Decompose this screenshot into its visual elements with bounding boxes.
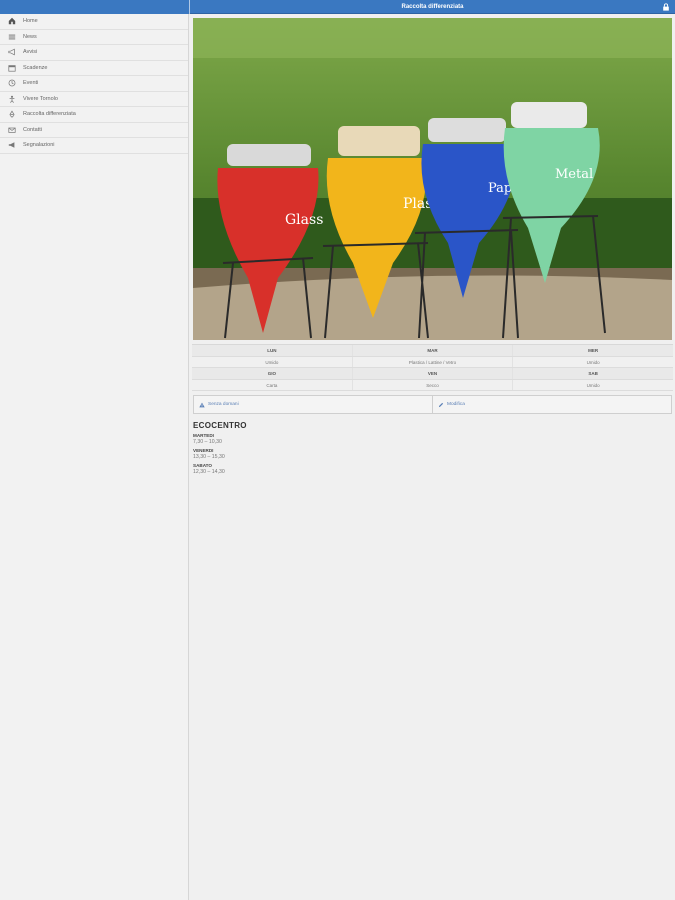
ecocentro-hours: 7,30 – 10,30: [193, 439, 222, 445]
sidebar-item-raccolta[interactable]: Raccolta differenziata: [0, 107, 188, 123]
schedule-value-row: Carta Secco Umido: [192, 379, 673, 391]
sidebar-item-label: Scadenze: [23, 64, 48, 71]
sidebar: Home News Avvisi Scadenze Eventi Vivere …: [0, 14, 189, 900]
collection-schedule: LUN MAR MER Umido Plastica / Lattine / V…: [192, 344, 674, 391]
schedule-day: MER: [513, 345, 674, 356]
warning-button[interactable]: Senza domani: [194, 396, 432, 413]
edit-button-label: Modifica: [447, 402, 465, 407]
edit-button[interactable]: Modifica: [432, 396, 671, 413]
schedule-waste-type: Carta: [192, 379, 353, 390]
schedule-day: MAR: [352, 345, 514, 356]
schedule-day: VEN: [352, 368, 514, 379]
top-bar: Raccolta differenziata: [0, 0, 675, 14]
sidebar-item-label: Raccolta differenziata: [23, 111, 76, 118]
home-icon: [7, 17, 16, 26]
calendar-icon: [7, 63, 16, 72]
page-title: Raccolta differenziata: [401, 4, 464, 10]
schedule-waste-type: Umido: [192, 356, 353, 367]
sidebar-item-label: Eventi: [23, 80, 39, 87]
sidebar-item-label: Home: [23, 18, 38, 25]
warning-button-label: Senza domani: [208, 402, 239, 407]
main-content: Glass Plastic Paper Metal LUN MAR MER Um…: [190, 14, 675, 900]
schedule-actions: Senza domani Modifica: [193, 395, 672, 414]
recycle-icon: [7, 110, 16, 119]
top-bar-left: [0, 0, 189, 14]
sidebar-item-label: Segnalazioni: [23, 142, 55, 149]
schedule-day: GIO: [192, 368, 353, 379]
schedule-waste-type: Secco: [353, 379, 514, 390]
sidebar-item-vivere[interactable]: Vivere Tornolo: [0, 92, 188, 107]
schedule-waste-type: Umido: [586, 359, 600, 365]
sidebar-item-news[interactable]: News: [0, 30, 188, 45]
ecocentro-hours: 13,30 – 15,30: [193, 454, 225, 460]
report-megaphone-icon: [7, 141, 16, 150]
sidebar-item-label: Contatti: [23, 126, 42, 133]
lock-icon[interactable]: [662, 3, 670, 11]
warning-icon: [199, 402, 205, 408]
schedule-header-row: LUN MAR MER: [192, 345, 674, 357]
sidebar-item-avvisi[interactable]: Avvisi: [0, 45, 188, 61]
schedule-day: LUN: [192, 345, 353, 356]
schedule-value-row: Umido Plastica / Lattine / Vetro Umido: [192, 356, 673, 368]
sidebar-item-home[interactable]: Home: [0, 14, 188, 30]
sidebar-item-contatti[interactable]: Contatti: [0, 123, 188, 138]
ecocentro-hours: 12,30 – 14,30: [193, 469, 225, 475]
sidebar-item-label: Avvisi: [23, 49, 38, 56]
sidebar-item-label: News: [23, 33, 37, 40]
ecocentro-day: MARTEDI: [193, 433, 214, 438]
megaphone-icon: [7, 48, 16, 57]
ecocentro-day: SABATO: [193, 463, 212, 468]
mail-icon: [7, 125, 16, 134]
events-icon: [7, 79, 16, 88]
sidebar-item-segnalazioni[interactable]: Segnalazioni: [0, 138, 188, 154]
news-icon: [7, 32, 16, 41]
person-icon: [7, 94, 16, 103]
sidebar-item-label: Vivere Tornolo: [23, 95, 58, 102]
ecocentro-title: ECOCENTRO: [193, 421, 247, 430]
recycling-bins-photo: Glass Plastic Paper Metal: [193, 18, 672, 340]
svg-text:Metal: Metal: [555, 167, 593, 182]
pencil-icon: [438, 402, 444, 408]
ecocentro-day: VENERDI: [193, 448, 214, 453]
svg-text:Glass: Glass: [285, 212, 323, 228]
schedule-header-row: GIO VEN SAB: [192, 368, 674, 380]
sidebar-item-scadenze[interactable]: Scadenze: [0, 61, 188, 76]
schedule-waste-type: Umido: [586, 382, 600, 388]
sidebar-item-eventi[interactable]: Eventi: [0, 76, 188, 92]
schedule-day: SAB: [513, 368, 674, 379]
schedule-waste-type: Plastica / Lattine / Vetro: [353, 356, 514, 367]
ecocentro-section: ECOCENTRO MARTEDI 7,30 – 10,30 VENERDI 1…: [193, 421, 247, 475]
